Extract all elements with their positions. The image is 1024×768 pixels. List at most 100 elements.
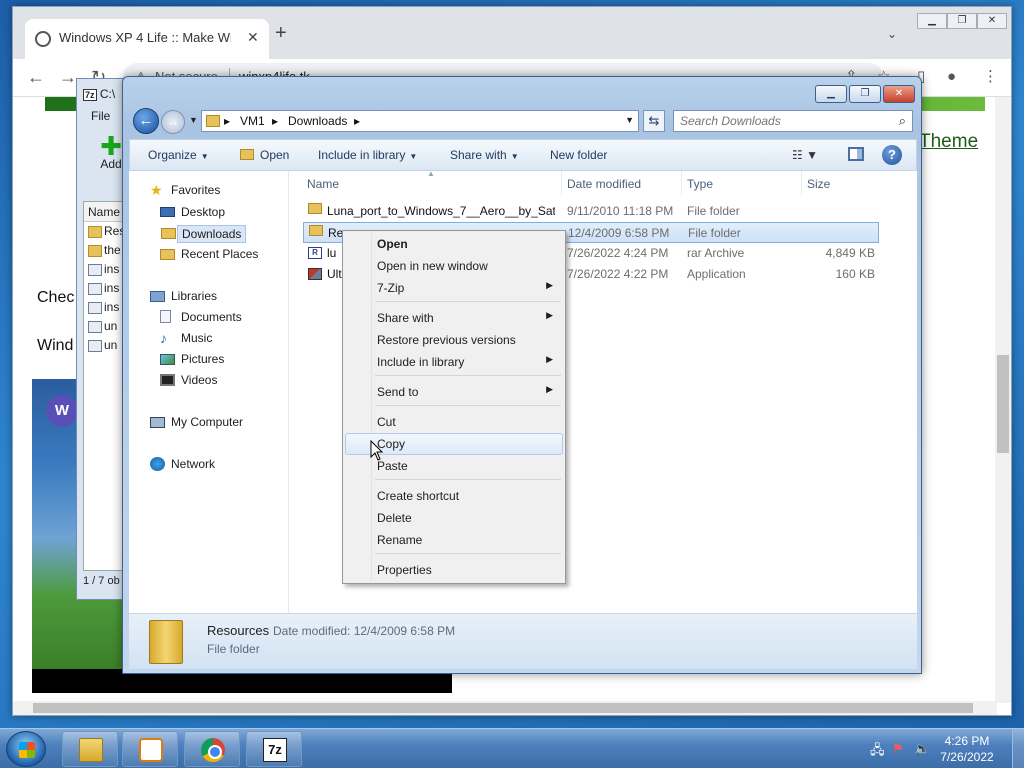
sevenzip-icon: 7z bbox=[83, 89, 97, 101]
organize-button[interactable]: Organize ▼ bbox=[148, 148, 209, 162]
taskbar-explorer[interactable] bbox=[62, 731, 118, 767]
tab-close-icon[interactable]: ✕ bbox=[247, 29, 259, 46]
table-row[interactable]: Luna_port_to_Windows_7__Aero__by_Sat... … bbox=[303, 201, 879, 222]
nav-downloads[interactable]: Downloads bbox=[161, 225, 247, 243]
explorer-close-button[interactable]: ✕ bbox=[883, 85, 915, 103]
breadcrumb-downloads[interactable]: Downloads bbox=[288, 114, 347, 128]
nav-pictures[interactable]: Pictures bbox=[160, 352, 224, 366]
nav-network[interactable]: Network bbox=[150, 457, 215, 471]
media-player-icon bbox=[139, 738, 163, 762]
breadcrumb-sep-icon[interactable]: ▸ bbox=[354, 114, 360, 128]
explorer-minimize-button[interactable]: ▁ bbox=[815, 85, 847, 103]
volume-icon[interactable]: 🔈 bbox=[914, 741, 930, 757]
taskbar-chrome[interactable] bbox=[184, 731, 240, 767]
nav-favorites[interactable]: ★ Favorites bbox=[150, 183, 220, 197]
new-folder-button[interactable]: New folder bbox=[550, 148, 607, 162]
breadcrumb-sep-icon[interactable]: ▸ bbox=[224, 114, 230, 128]
documents-icon bbox=[160, 310, 171, 323]
menu-item-restore-previous-versions[interactable]: Restore previous versions bbox=[345, 329, 563, 351]
context-menu: Open Open in new window 7-Zip ▶ Share wit… bbox=[342, 230, 566, 584]
sevenzip-title: 7z C:\ bbox=[83, 87, 116, 101]
menu-item-rename[interactable]: Rename bbox=[345, 529, 563, 551]
address-dropdown-icon[interactable]: ▼ bbox=[625, 115, 634, 125]
nav-music[interactable]: ♪ Music bbox=[160, 331, 212, 345]
page-horizontal-scrollbar[interactable] bbox=[13, 701, 997, 715]
show-desktop-button[interactable] bbox=[1012, 729, 1024, 768]
scrollbar-thumb[interactable] bbox=[33, 703, 973, 713]
back-arrow-icon[interactable]: ← bbox=[133, 108, 159, 134]
submenu-arrow-icon: ▶ bbox=[546, 310, 553, 320]
menu-separator bbox=[375, 375, 561, 376]
sevenzip-menu-file[interactable]: File bbox=[91, 109, 110, 123]
action-center-icon[interactable]: ⚑ bbox=[892, 741, 904, 757]
column-header-date[interactable]: Date modified bbox=[567, 177, 641, 191]
nav-videos[interactable]: Videos bbox=[160, 373, 217, 387]
nav-libraries[interactable]: Libraries bbox=[150, 289, 217, 303]
page-text-check: Chec bbox=[37, 289, 75, 306]
browser-tab[interactable]: Windows XP 4 Life :: Make Windo ✕ bbox=[25, 19, 269, 59]
page-text-window: Wind bbox=[37, 337, 74, 354]
menu-item-delete[interactable]: Delete bbox=[345, 507, 563, 529]
profile-icon[interactable]: ● bbox=[947, 67, 956, 87]
taskbar: 7z 🖧 ⚑ 🔈 4:26 PM 7/26/2022 bbox=[0, 728, 1024, 768]
menu-item-send-to[interactable]: Send to ▶ bbox=[345, 381, 563, 403]
preview-pane-icon[interactable] bbox=[848, 147, 864, 161]
start-button[interactable] bbox=[6, 731, 46, 767]
folder-icon bbox=[308, 203, 322, 214]
chrome-minimize-button[interactable]: ▁ bbox=[917, 13, 947, 29]
network-tray-icon[interactable]: 🖧 bbox=[870, 741, 885, 763]
theme-link[interactable]: Theme bbox=[919, 131, 978, 153]
search-field[interactable]: ⌕ bbox=[673, 110, 913, 132]
nav-my-computer[interactable]: My Computer bbox=[150, 415, 243, 429]
open-button[interactable]: Open bbox=[240, 148, 289, 162]
nav-documents[interactable]: Documents bbox=[160, 310, 242, 324]
include-in-library-button[interactable]: Include in library ▼ bbox=[318, 148, 417, 162]
menu-separator bbox=[375, 301, 561, 302]
search-icon[interactable]: ⌕ bbox=[899, 113, 906, 129]
column-header-type[interactable]: Type bbox=[687, 177, 713, 191]
page-vertical-scrollbar[interactable] bbox=[995, 97, 1011, 703]
back-arrow-icon[interactable]: ← bbox=[27, 67, 45, 87]
chrome-close-button[interactable]: ✕ bbox=[977, 13, 1007, 29]
menu-item-7zip[interactable]: 7-Zip ▶ bbox=[345, 277, 563, 299]
menu-item-create-shortcut[interactable]: Create shortcut bbox=[345, 485, 563, 507]
forward-arrow-icon[interactable]: → bbox=[161, 110, 185, 134]
menu-item-open-new-window[interactable]: Open in new window bbox=[345, 255, 563, 277]
folder-icon bbox=[206, 115, 220, 127]
breadcrumb[interactable]: ▸ VM1 ▸ Downloads ▸ ▼ bbox=[201, 110, 639, 132]
help-icon[interactable]: ? bbox=[882, 145, 902, 165]
menu-item-include-in-library[interactable]: Include in library ▶ bbox=[345, 351, 563, 373]
column-header-size[interactable]: Size bbox=[807, 177, 830, 191]
column-divider[interactable] bbox=[681, 171, 682, 195]
new-tab-button[interactable]: + bbox=[275, 23, 287, 43]
nav-recent-places[interactable]: Recent Places bbox=[160, 247, 258, 261]
search-input[interactable] bbox=[680, 114, 880, 128]
clock[interactable]: 4:26 PM 7/26/2022 bbox=[932, 733, 1002, 765]
menu-dots-icon[interactable]: ⋮ bbox=[983, 67, 998, 87]
desktop-icon bbox=[160, 207, 175, 217]
menu-item-share-with[interactable]: Share with ▶ bbox=[345, 307, 563, 329]
file-type: File folder bbox=[688, 226, 741, 240]
chrome-maximize-button[interactable]: ❐ bbox=[947, 13, 977, 29]
breadcrumb-sep-icon[interactable]: ▸ bbox=[272, 114, 278, 128]
taskbar-media-player[interactable] bbox=[122, 731, 178, 767]
windows-logo-icon bbox=[19, 742, 35, 758]
recent-pages-dropdown[interactable]: ▼ bbox=[189, 115, 198, 125]
menu-separator bbox=[375, 553, 561, 554]
forward-arrow-icon[interactable]: → bbox=[59, 67, 77, 87]
nav-desktop[interactable]: Desktop bbox=[160, 205, 225, 219]
explorer-maximize-button[interactable]: ❐ bbox=[849, 85, 881, 103]
share-with-button[interactable]: Share with ▼ bbox=[450, 148, 519, 162]
breadcrumb-vm1[interactable]: VM1 bbox=[240, 114, 265, 128]
scrollbar-thumb[interactable] bbox=[997, 355, 1009, 453]
change-view-icon[interactable]: ☷ ▼ bbox=[792, 148, 818, 162]
taskbar-7zip[interactable]: 7z bbox=[246, 731, 302, 767]
column-header-name[interactable]: Name bbox=[307, 177, 339, 191]
menu-item-open[interactable]: Open bbox=[345, 233, 563, 255]
menu-item-cut[interactable]: Cut bbox=[345, 411, 563, 433]
menu-item-properties[interactable]: Properties bbox=[345, 559, 563, 581]
column-divider[interactable] bbox=[801, 171, 802, 195]
refresh-icon[interactable]: ⇆ bbox=[643, 110, 665, 132]
column-divider[interactable] bbox=[561, 171, 562, 195]
tab-search-icon[interactable]: ⌄ bbox=[887, 27, 897, 41]
